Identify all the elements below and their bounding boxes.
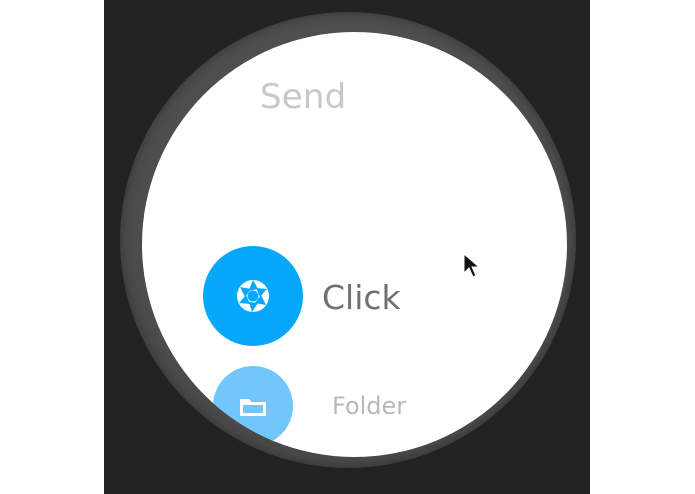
click-action-button[interactable]	[203, 246, 303, 346]
folder-icon	[240, 399, 266, 416]
watch-screen: Send Click Folder	[142, 32, 567, 457]
click-action-label: Click	[322, 278, 401, 317]
click-action-item[interactable]: Click	[203, 246, 453, 346]
folder-action-button[interactable]	[213, 366, 293, 446]
folder-action-label: Folder	[332, 392, 407, 420]
screenshot-stage: Send Click Folder	[0, 0, 695, 494]
camera-shutter-icon	[237, 280, 269, 312]
watch-device-frame: Send Click Folder	[104, 0, 590, 494]
folder-action-item[interactable]: Folder	[213, 366, 453, 446]
page-title: Send	[260, 77, 347, 117]
